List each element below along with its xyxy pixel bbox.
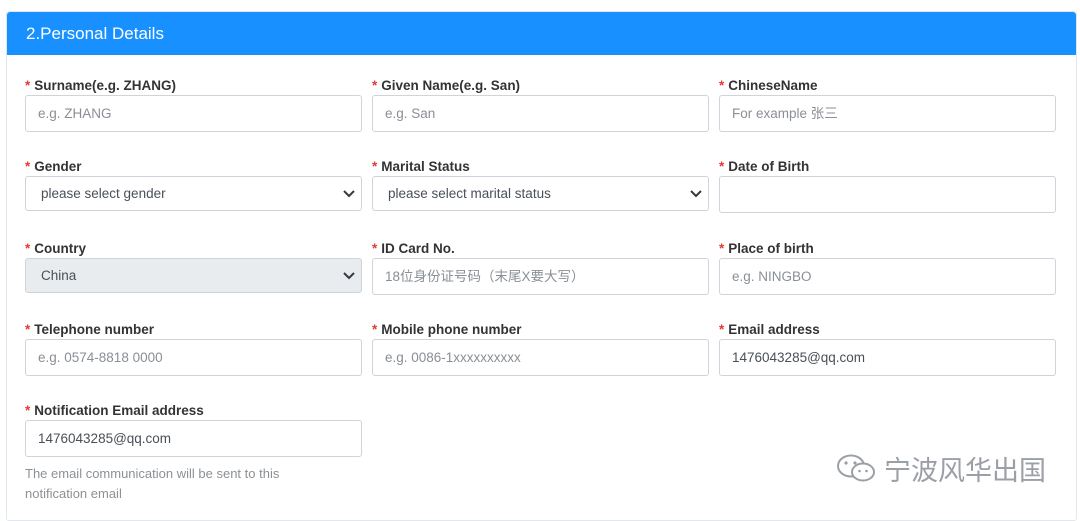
notification-email-input[interactable] (25, 420, 362, 457)
surname-label: Surname(e.g. ZHANG) (34, 78, 177, 93)
telephone-input[interactable] (25, 339, 362, 376)
mobile-phone-input[interactable] (372, 339, 709, 376)
email-label: Email address (728, 322, 820, 337)
chinese-name-group: * ChineseName (719, 77, 1056, 132)
mobile-phone-label: Mobile phone number (381, 322, 522, 337)
date-of-birth-group: * Date of Birth (719, 158, 1056, 213)
chinese-name-input[interactable] (719, 95, 1056, 132)
notification-email-help: The email communication will be sent to … (25, 466, 280, 501)
required-marker: * (25, 403, 31, 418)
email-input[interactable] (719, 339, 1056, 376)
telephone-group: * Telephone number (25, 321, 362, 376)
given-name-group: * Given Name(e.g. San) (372, 77, 709, 132)
chinese-name-label: ChineseName (728, 78, 818, 93)
place-of-birth-group: * Place of birth (719, 240, 1056, 295)
marital-status-label: Marital Status (381, 159, 470, 174)
surname-input[interactable] (25, 95, 362, 132)
date-of-birth-input[interactable] (719, 176, 1056, 213)
country-group: * Country China (25, 240, 362, 293)
id-card-label: ID Card No. (381, 241, 455, 256)
required-marker: * (719, 322, 725, 337)
section-title: 2.Personal Details (7, 12, 1076, 55)
marital-status-select[interactable]: please select marital status (372, 176, 709, 211)
required-marker: * (719, 159, 725, 174)
notification-email-label: Notification Email address (34, 403, 204, 418)
id-card-group: * ID Card No. (372, 240, 709, 295)
required-marker: * (25, 78, 31, 93)
gender-select[interactable]: please select gender (25, 176, 362, 211)
gender-group: * Gender please select gender (25, 158, 362, 211)
surname-group: * Surname(e.g. ZHANG) (25, 77, 362, 132)
mobile-phone-group: * Mobile phone number (372, 321, 709, 376)
email-group: * Email address (719, 321, 1056, 376)
required-marker: * (719, 78, 725, 93)
required-marker: * (372, 159, 378, 174)
country-select[interactable]: China (25, 258, 362, 293)
place-of-birth-label: Place of birth (728, 241, 814, 256)
id-card-input[interactable] (372, 258, 709, 295)
given-name-input[interactable] (372, 95, 709, 132)
required-marker: * (372, 322, 378, 337)
required-marker: * (719, 241, 725, 256)
gender-label: Gender (34, 159, 82, 174)
marital-status-group: * Marital Status please select marital st… (372, 158, 709, 211)
country-label: Country (34, 241, 87, 256)
notification-email-group: *Notification Email address The email co… (25, 402, 362, 501)
place-of-birth-input[interactable] (719, 258, 1056, 295)
wechat-icon (837, 454, 875, 482)
required-marker: * (25, 241, 31, 256)
required-marker: * (25, 322, 31, 337)
watermark-text: 宁波风华出国 (884, 455, 1046, 487)
required-marker: * (25, 159, 31, 174)
required-marker: * (372, 78, 378, 93)
date-of-birth-label: Date of Birth (728, 159, 810, 174)
telephone-label: Telephone number (34, 322, 155, 337)
watermark: 宁波风华出国 (836, 448, 1046, 488)
given-name-label: Given Name(e.g. San) (381, 78, 521, 93)
required-marker: * (372, 241, 378, 256)
